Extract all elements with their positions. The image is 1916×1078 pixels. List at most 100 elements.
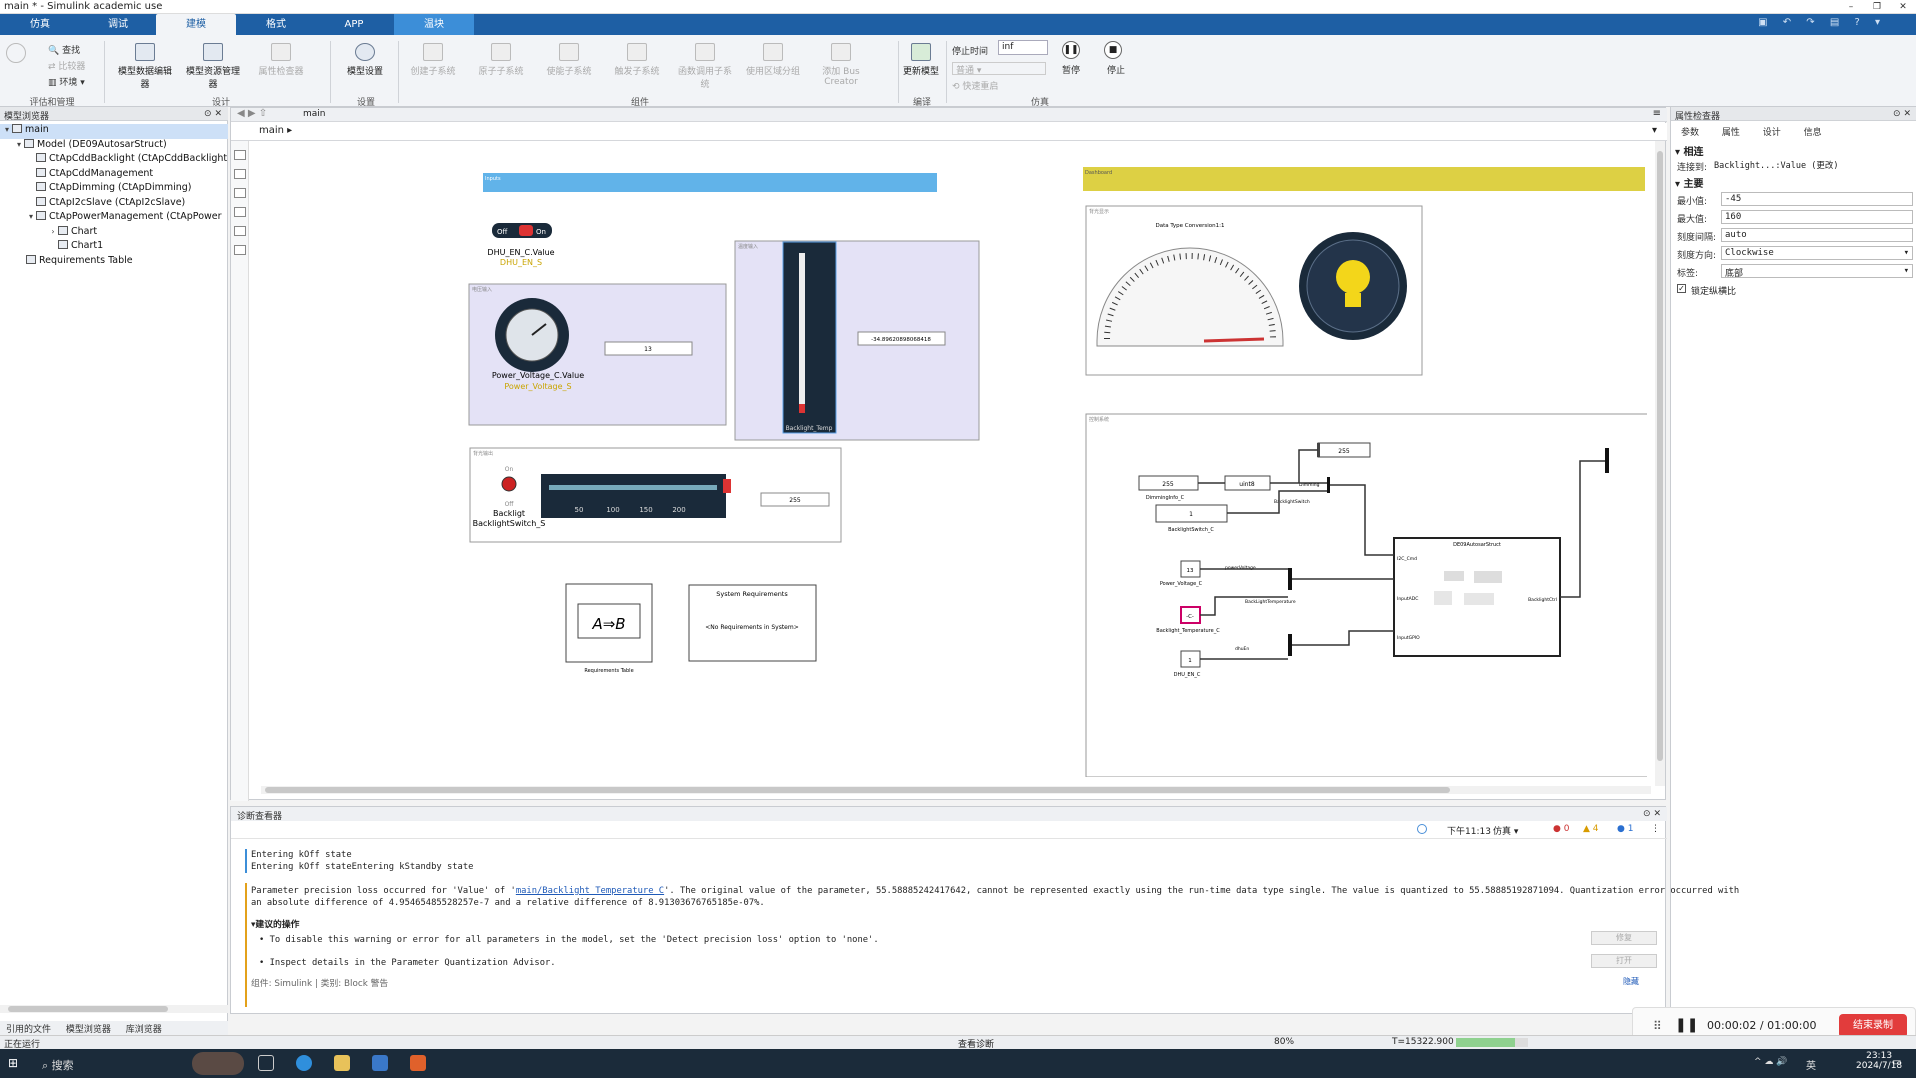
- tree-item-i2c[interactable]: CtApI2cSlave (CtApI2cSlave): [0, 196, 228, 212]
- tab-library-browser[interactable]: 库浏览器: [120, 1021, 168, 1036]
- maximize-button[interactable]: ❐: [1864, 0, 1890, 14]
- update-model-button[interactable]: 更新模型: [890, 43, 952, 93]
- chevron-down-icon[interactable]: ▾: [1652, 125, 1657, 136]
- windows-start-icon[interactable]: ⊞: [8, 1056, 18, 1070]
- hide-link[interactable]: 隐藏: [1623, 976, 1639, 987]
- menu-icon[interactable]: ≡: [1653, 108, 1661, 119]
- tree-item-req-table[interactable]: Requirements Table: [0, 254, 228, 270]
- tree-item-chart1[interactable]: Chart1: [0, 240, 228, 255]
- tab-block[interactable]: 温块: [394, 14, 474, 35]
- canvas-vscroll[interactable]: [1655, 141, 1665, 786]
- bus-creator-1[interactable]: [1327, 477, 1330, 493]
- tree-item-backlight[interactable]: CtApCddBacklight (CtApCddBacklight: [0, 153, 228, 168]
- quick-access-toolbar[interactable]: ▣ ↶ ↷ ▤ ? ▾: [1758, 17, 1886, 28]
- outport-bus[interactable]: [1605, 448, 1609, 473]
- environment-button[interactable]: ▥ 环境 ▾: [48, 75, 85, 88]
- tab-referenced-files[interactable]: 引用的文件: [0, 1021, 57, 1036]
- sim-mode-select[interactable]: 普通 ▾: [952, 62, 1046, 76]
- bus-creator-3[interactable]: [1288, 634, 1292, 656]
- minimize-button[interactable]: –: [1838, 0, 1864, 14]
- store-icon[interactable]: [372, 1055, 388, 1071]
- notification-icon[interactable]: ▭: [1892, 1057, 1901, 1068]
- pause-icon[interactable]: ❚❚: [1062, 41, 1080, 59]
- property-inspector-button[interactable]: 属性检查器: [250, 43, 312, 93]
- suggest-title[interactable]: ▾建议的操作: [251, 917, 299, 930]
- triggered-subsystem-button[interactable]: 触发子系统: [606, 43, 668, 93]
- tree-item-dimming[interactable]: CtApDimming (CtApDimming): [0, 182, 228, 197]
- backlight-slider[interactable]: [541, 474, 726, 518]
- nav-arrows[interactable]: ◀ ▶ ⇧: [237, 108, 267, 119]
- stop-time-input[interactable]: inf: [998, 40, 1048, 55]
- close-icon[interactable]: ⊙ ✕: [1643, 809, 1661, 819]
- tab-format[interactable]: 格式: [236, 14, 316, 35]
- tree-item-power[interactable]: ▾ CtApPowerManagement (CtApPower: [0, 211, 228, 226]
- function-call-subsystem-button[interactable]: 函数调用子系统: [674, 43, 736, 93]
- close-icon[interactable]: ⊙ ✕: [1893, 109, 1911, 119]
- fit-icon[interactable]: [233, 169, 246, 179]
- tree-item-management[interactable]: CtApCddManagement: [0, 167, 228, 183]
- tab-params[interactable]: 参数: [1671, 124, 1709, 139]
- dashboard-area-bar[interactable]: [1083, 167, 1645, 191]
- tree-item-chart[interactable]: › Chart: [0, 225, 228, 241]
- browser-hscroll[interactable]: [0, 1005, 228, 1013]
- switch-thumb[interactable]: [519, 225, 533, 236]
- section-main[interactable]: ▾ 主要: [1675, 175, 1704, 190]
- min-input[interactable]: -45: [1721, 192, 1913, 206]
- inputs-area-bar[interactable]: [483, 173, 937, 192]
- warning-count[interactable]: ▲ 4: [1583, 824, 1599, 834]
- canvas-hscroll[interactable]: [261, 786, 1651, 794]
- drag-handle-icon[interactable]: ⠿: [1653, 1019, 1662, 1033]
- connected-value[interactable]: Backlight...:Value (更改): [1711, 158, 1903, 172]
- create-subsystem-button[interactable]: 创建子系统: [402, 43, 464, 93]
- max-input[interactable]: 160: [1721, 210, 1913, 224]
- tree-item-main[interactable]: ▾ main: [0, 124, 228, 139]
- matlab-icon[interactable]: [410, 1055, 426, 1071]
- bus-creator-2[interactable]: [1288, 568, 1292, 590]
- taskbar-search[interactable]: ⌕ 搜索: [42, 1057, 74, 1073]
- enabled-subsystem-button[interactable]: 使能子系统: [538, 43, 600, 93]
- diag-mode[interactable]: 仿真 ▾: [1493, 824, 1518, 837]
- tab-properties[interactable]: 属性: [1712, 124, 1750, 139]
- temperature-gauge[interactable]: [782, 241, 837, 434]
- tree-item-model[interactable]: ▾ Model (DE09AutosarStruct): [0, 138, 228, 154]
- tag-select[interactable]: 底部 ▾: [1721, 264, 1913, 279]
- edge-icon[interactable]: [296, 1055, 312, 1071]
- model-data-editor-button[interactable]: 模型数据编辑器: [114, 43, 176, 93]
- close-icon[interactable]: ⊙ ✕: [204, 109, 222, 119]
- model-explorer-button[interactable]: 模型资源管理器: [182, 43, 244, 93]
- tab-design[interactable]: 设计: [1753, 124, 1791, 139]
- tab-info[interactable]: 信息: [1794, 124, 1832, 139]
- compare-button[interactable]: ⇄ 比较器: [48, 59, 85, 72]
- tab-debug[interactable]: 调试: [78, 14, 158, 35]
- direction-select[interactable]: Clockwise ▾: [1721, 246, 1913, 260]
- slider-thumb[interactable]: [723, 479, 731, 493]
- model-settings-button[interactable]: 模型设置: [334, 43, 396, 93]
- arrow-icon[interactable]: [233, 188, 246, 198]
- task-view-icon[interactable]: [258, 1055, 274, 1071]
- add-bus-creator-button[interactable]: 添加 Bus Creator: [810, 43, 872, 93]
- image-icon[interactable]: [233, 207, 246, 217]
- close-button[interactable]: ✕: [1890, 0, 1916, 14]
- area-icon[interactable]: [233, 245, 246, 255]
- file-explorer-icon[interactable]: [334, 1055, 350, 1071]
- fast-restart-toggle[interactable]: ⟲ 快速重启: [952, 79, 998, 92]
- ime-indicator[interactable]: 英: [1806, 1057, 1816, 1072]
- tab-simulation[interactable]: 仿真: [0, 14, 80, 35]
- zoom-icon[interactable]: [233, 150, 246, 160]
- tab-modeling[interactable]: 建模: [156, 14, 236, 35]
- canvas-tab[interactable]: main: [303, 109, 326, 119]
- breadcrumb-main[interactable]: main: [259, 125, 284, 136]
- tab-model-browser[interactable]: 模型浏览器: [60, 1021, 117, 1036]
- tick-input[interactable]: auto: [1721, 228, 1913, 242]
- info-count[interactable]: ● 1: [1617, 824, 1633, 834]
- more-icon[interactable]: ⋮: [1651, 824, 1660, 834]
- section-connect[interactable]: ▾ 相连: [1675, 143, 1704, 158]
- tab-apps[interactable]: APP: [314, 14, 394, 35]
- find-button[interactable]: 🔍 查找: [48, 43, 80, 56]
- pause-icon[interactable]: ❚❚: [1675, 1017, 1698, 1033]
- control-system-panel[interactable]: [1085, 413, 1647, 777]
- error-count[interactable]: ● 0: [1553, 824, 1569, 834]
- stop-icon[interactable]: ■: [1104, 41, 1122, 59]
- refresh-icon[interactable]: [1417, 824, 1427, 834]
- atomic-subsystem-button[interactable]: 原子子系统: [470, 43, 532, 93]
